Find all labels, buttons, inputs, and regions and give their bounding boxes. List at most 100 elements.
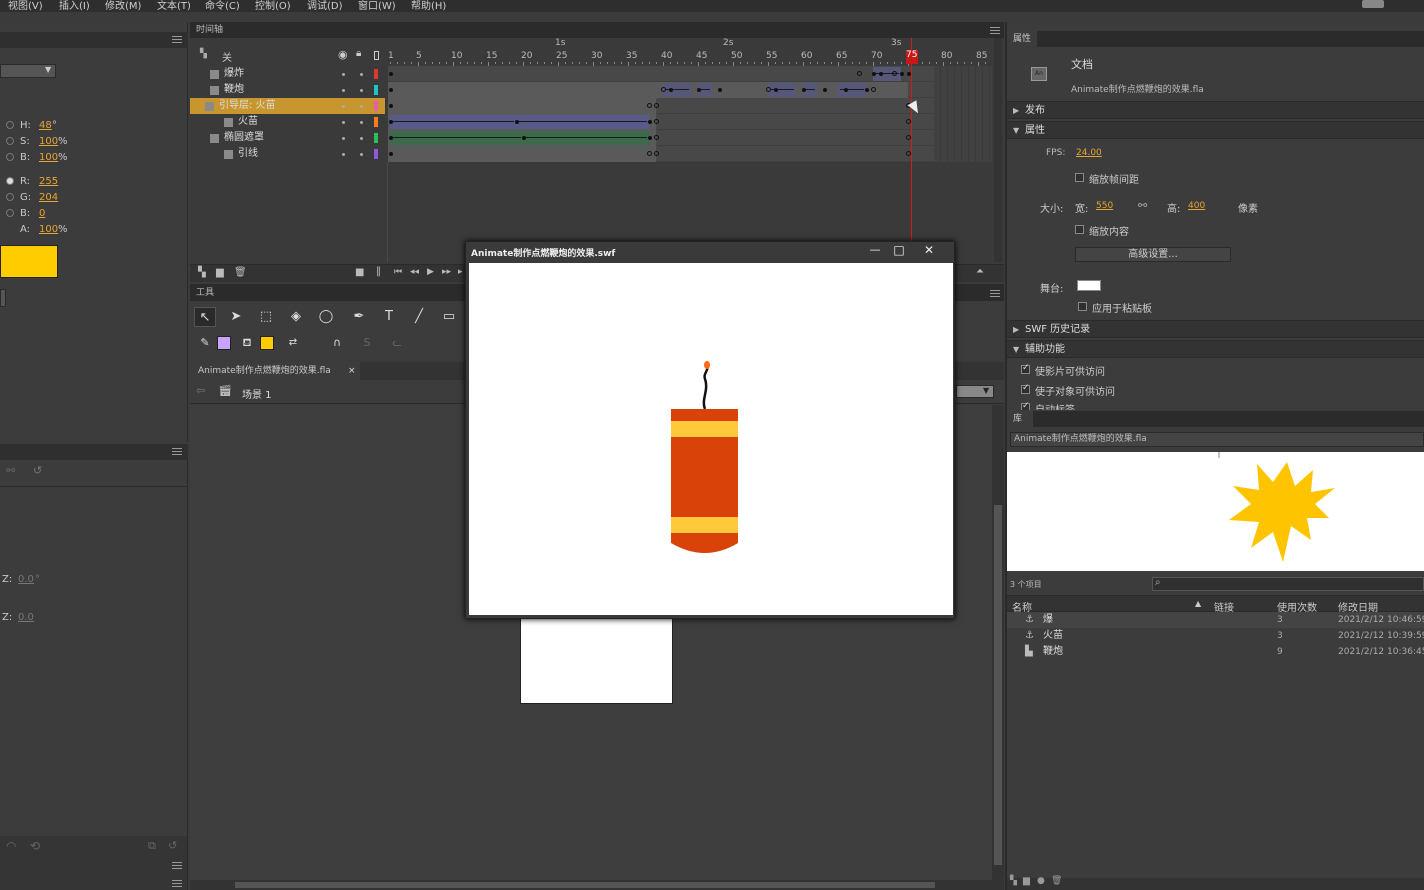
layer-color-swatch[interactable]	[374, 133, 378, 143]
undo-icon[interactable]: ↺	[168, 839, 177, 852]
scale-content-checkbox[interactable]	[1075, 225, 1084, 234]
reset-icon[interactable]: ↺	[33, 464, 42, 477]
hex-field[interactable]	[0, 289, 6, 307]
menu-debug[interactable]: 调试(D)	[307, 0, 343, 12]
visibility-toggle[interactable]	[342, 121, 345, 124]
empty-keyframe[interactable]	[654, 135, 659, 140]
keyframe[interactable]	[515, 120, 519, 124]
keyframe[interactable]	[823, 88, 827, 92]
timeline-ruler[interactable]: 1s2s3s1510152025303540455055606570758085	[386, 38, 996, 66]
motion-tween[interactable]	[523, 131, 649, 145]
panel-menu-icon[interactable]	[172, 448, 182, 455]
empty-keyframe[interactable]	[857, 71, 862, 76]
ease-icon[interactable]: ◠	[6, 839, 16, 853]
workspace-icon[interactable]	[1362, 0, 1384, 8]
radio-b2[interactable]	[6, 209, 14, 217]
library-item[interactable]: ⚓︎ 爆 3 2021/2/12 10:46:59	[1007, 612, 1424, 628]
pen-tool-icon[interactable]: ✒	[348, 307, 370, 327]
new-layer-icon[interactable]: ▚	[198, 267, 206, 278]
keyframe[interactable]	[872, 72, 876, 76]
motion-tween[interactable]	[390, 131, 523, 145]
prev-frame-icon[interactable]: ◂◂	[410, 267, 419, 277]
lock-toggle[interactable]	[360, 121, 363, 124]
timeline-track[interactable]	[388, 130, 934, 146]
layer-color-swatch[interactable]	[374, 117, 378, 127]
layer-color-swatch[interactable]	[374, 101, 378, 111]
z-position-value[interactable]: 0.0	[18, 612, 34, 623]
new-folder-icon[interactable]: ▆	[216, 267, 224, 278]
lock-toggle[interactable]	[360, 73, 363, 76]
radio-b[interactable]	[6, 153, 14, 161]
menu-window[interactable]: 窗口(W)	[358, 0, 396, 12]
stage-color-swatch[interactable]	[1077, 280, 1101, 291]
radio-g[interactable]	[6, 193, 14, 201]
timeline-track[interactable]	[388, 98, 934, 114]
last-frame-icon[interactable]: ▸	[458, 267, 463, 277]
stroke-color-swatch[interactable]	[217, 336, 231, 350]
3d-rotation-tool-icon[interactable]: ◈	[285, 307, 307, 327]
radio-s[interactable]	[6, 137, 14, 145]
lock-toggle[interactable]	[360, 105, 363, 108]
b-value[interactable]: 100	[39, 152, 58, 163]
keyframe[interactable]	[389, 104, 393, 108]
panel-menu-icon[interactable]	[172, 880, 182, 887]
layer-row[interactable]: 引线	[190, 146, 385, 162]
tab-library[interactable]: 库	[1007, 411, 1033, 427]
new-folder-icon[interactable]: ▆	[1023, 876, 1030, 886]
motion-tween[interactable]	[768, 83, 796, 97]
scroll-thumb[interactable]	[994, 505, 1002, 865]
minimize-button[interactable]: —	[866, 243, 884, 256]
visibility-toggle[interactable]	[342, 89, 345, 92]
keyframe[interactable]	[844, 88, 848, 92]
swap-colors-icon[interactable]: ⇄	[282, 333, 304, 353]
subselection-tool-icon[interactable]: ➤	[225, 307, 247, 327]
width-value[interactable]: 550	[1096, 201, 1113, 211]
frame-span[interactable]	[388, 98, 656, 114]
empty-keyframe[interactable]	[871, 87, 876, 92]
empty-keyframe[interactable]	[766, 87, 771, 92]
keyframe[interactable]	[648, 120, 652, 124]
document-tab[interactable]: Animate制作点燃鞭炮的效果.fla ×	[190, 362, 360, 380]
copy-icon[interactable]: ⧉	[148, 839, 156, 853]
lock-toggle[interactable]	[360, 89, 363, 92]
layer-color-swatch[interactable]	[374, 149, 378, 159]
accessible-children-checkbox[interactable]	[1021, 383, 1030, 394]
menu-insert[interactable]: 插入(I)	[59, 0, 90, 12]
empty-keyframe[interactable]	[661, 87, 666, 92]
accessible-movie-checkbox[interactable]	[1021, 363, 1030, 374]
frame-span[interactable]	[388, 82, 908, 98]
section-properties[interactable]: ▼ 属性	[1007, 121, 1424, 139]
paint-bucket-icon[interactable]: ⛾	[236, 333, 258, 353]
empty-keyframe[interactable]	[647, 151, 652, 156]
panel-menu-icon[interactable]	[990, 27, 1000, 34]
motion-tween[interactable]	[838, 83, 866, 97]
camera-icon[interactable]: ■	[355, 267, 364, 278]
straighten-icon[interactable]: ᓚ	[386, 333, 408, 353]
keyframe[interactable]	[669, 88, 673, 92]
layer-row[interactable]: 引导层: 火苗	[190, 98, 385, 114]
properties-icon[interactable]: ●	[1037, 876, 1045, 886]
motion-tween[interactable]	[516, 115, 649, 129]
keyframe[interactable]	[697, 88, 701, 92]
visibility-toggle[interactable]	[342, 105, 345, 108]
empty-keyframe[interactable]	[654, 103, 659, 108]
layer-row[interactable]: 爆炸	[190, 66, 385, 82]
keyframe[interactable]	[389, 152, 393, 156]
delete-icon[interactable]: 🗑︎	[1051, 876, 1062, 886]
section-swf-history[interactable]: ▶ SWF 历史记录	[1007, 320, 1424, 338]
menu-commands[interactable]: 命令(C)	[205, 0, 240, 12]
timeline-title[interactable]: 时间轴	[196, 25, 223, 35]
visibility-toggle[interactable]	[342, 153, 345, 156]
motion-tween[interactable]	[663, 83, 691, 97]
marker-icon[interactable]: ‖	[376, 266, 381, 277]
library-search-input[interactable]: ⌕	[1152, 577, 1424, 591]
back-arrow-icon[interactable]: ⇦	[196, 384, 205, 397]
keyframe[interactable]	[865, 88, 869, 92]
new-symbol-icon[interactable]: ▚	[1010, 876, 1017, 886]
s-value[interactable]: 100	[39, 136, 58, 147]
advanced-settings-button[interactable]: 高级设置...	[1075, 247, 1231, 262]
empty-keyframe[interactable]	[654, 119, 659, 124]
outline-icon[interactable]	[374, 51, 379, 60]
timeline-track[interactable]	[388, 114, 934, 130]
b2-value[interactable]: 0	[39, 208, 45, 219]
